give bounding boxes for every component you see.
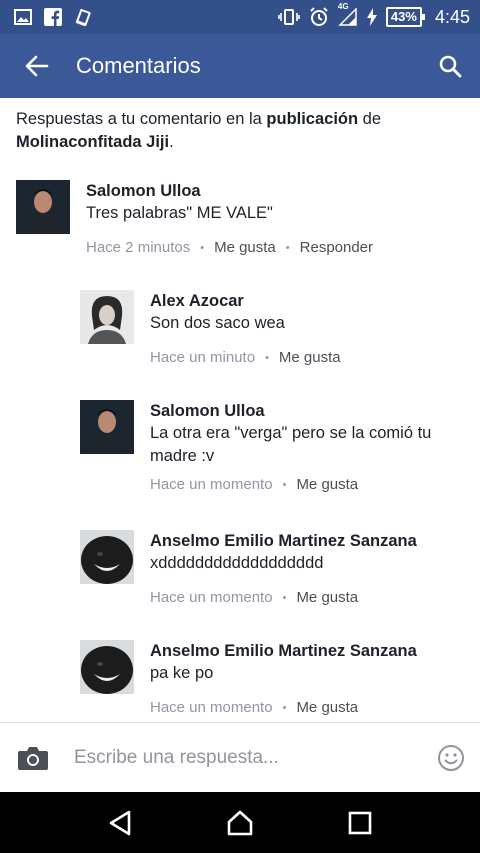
network-type-label: 4G [337, 2, 349, 11]
separator-dot: • [265, 351, 269, 364]
comment-author[interactable]: Anselmo Emilio Martinez Sanzana [150, 530, 417, 552]
intro-middle: de [358, 110, 382, 128]
comment-author[interactable]: Anselmo Emilio Martinez Sanzana [150, 640, 417, 662]
charging-icon [366, 8, 377, 26]
reply-input[interactable]: Escribe una respuesta... [74, 747, 279, 769]
nav-recents-icon[interactable] [340, 803, 380, 843]
separator-dot: • [285, 241, 290, 254]
comment-text: xdddddddddddddddddd [150, 554, 324, 572]
comment-meta: Hace 2 minutos • Me gusta • Responder [86, 239, 373, 256]
comment: Salomon Ulloa Tres palabras" ME VALE" Ha… [16, 180, 373, 256]
like-button[interactable]: Me gusta [296, 589, 358, 606]
phone-tilt-notification-icon [74, 8, 92, 26]
like-button[interactable]: Me gusta [296, 699, 358, 716]
comment-text: Tres palabras" ME VALE" [86, 204, 273, 222]
battery-indicator: 43% [385, 7, 425, 27]
separator-dot: • [282, 478, 287, 491]
reply-button[interactable]: Responder [300, 239, 373, 256]
comment-text: Son dos saco wea [150, 314, 285, 332]
navigation-bar [0, 792, 480, 853]
nav-home-icon[interactable] [220, 803, 260, 843]
comment-meta: Hace un momento • Me gusta [150, 476, 470, 493]
avatar[interactable] [16, 180, 70, 234]
comment-time: Hace un momento [150, 589, 273, 606]
comment-time: Hace un momento [150, 476, 273, 493]
avatar[interactable] [80, 530, 134, 584]
comment-text: pa ke po [150, 664, 214, 682]
reply-composer: Escribe una respuesta... [0, 722, 480, 792]
clock: 4:45 [434, 6, 470, 27]
alarm-icon [309, 7, 329, 27]
app-bar: Comentarios [0, 34, 480, 98]
comment: Anselmo Emilio Martinez Sanzana xddddddd… [80, 530, 417, 606]
comment: Anselmo Emilio Martinez Sanzana pa ke po… [80, 640, 417, 716]
replies-intro: Respuestas a tu comentario en la publica… [16, 108, 466, 154]
comment-time: Hace un minuto [150, 349, 256, 366]
gallery-notification-icon [14, 9, 32, 25]
comment-time: Hace un momento [150, 699, 273, 716]
comment: Alex Azocar Son dos saco wea Hace un min… [80, 290, 341, 366]
facebook-notification-icon [44, 8, 62, 26]
smiley-icon[interactable] [436, 743, 466, 773]
comment-author[interactable]: Salomon Ulloa [150, 400, 470, 422]
like-button[interactable]: Me gusta [296, 476, 358, 493]
signal-icon: 4G [338, 2, 358, 26]
comment-meta: Hace un momento • Me gusta [150, 699, 417, 716]
comment-meta: Hace un minuto • Me gusta [150, 349, 341, 366]
intro-prefix: Respuestas a tu comentario en la [16, 110, 267, 128]
status-bar: 4G 43% 4:45 [0, 0, 480, 34]
camera-icon[interactable] [16, 743, 50, 773]
comment-text: La otra era "verga" pero se la comió tu … [150, 424, 432, 465]
arrow-left-icon[interactable] [22, 51, 52, 81]
intro-suffix: . [169, 133, 174, 151]
avatar[interactable] [80, 290, 134, 344]
avatar[interactable] [80, 640, 134, 694]
comment-time: Hace 2 minutos [86, 239, 191, 256]
comment-author[interactable]: Alex Azocar [150, 290, 341, 312]
comment: Salomon Ulloa La otra era "verga" pero s… [80, 400, 470, 493]
separator-dot: • [282, 701, 287, 714]
search-icon[interactable] [434, 50, 466, 82]
nav-back-icon[interactable] [100, 803, 140, 843]
avatar[interactable] [80, 400, 134, 454]
page-title: Comentarios [76, 53, 201, 78]
separator-dot: • [200, 241, 205, 254]
like-button[interactable]: Me gusta [214, 239, 276, 256]
publication-link[interactable]: publicación [266, 110, 358, 128]
comment-author[interactable]: Salomon Ulloa [86, 180, 373, 202]
author-link[interactable]: Molinaconfitada Jiji [16, 133, 169, 151]
like-button[interactable]: Me gusta [279, 349, 341, 366]
comment-meta: Hace un momento • Me gusta [150, 589, 417, 606]
vibrate-icon [278, 8, 300, 26]
separator-dot: • [282, 591, 287, 604]
